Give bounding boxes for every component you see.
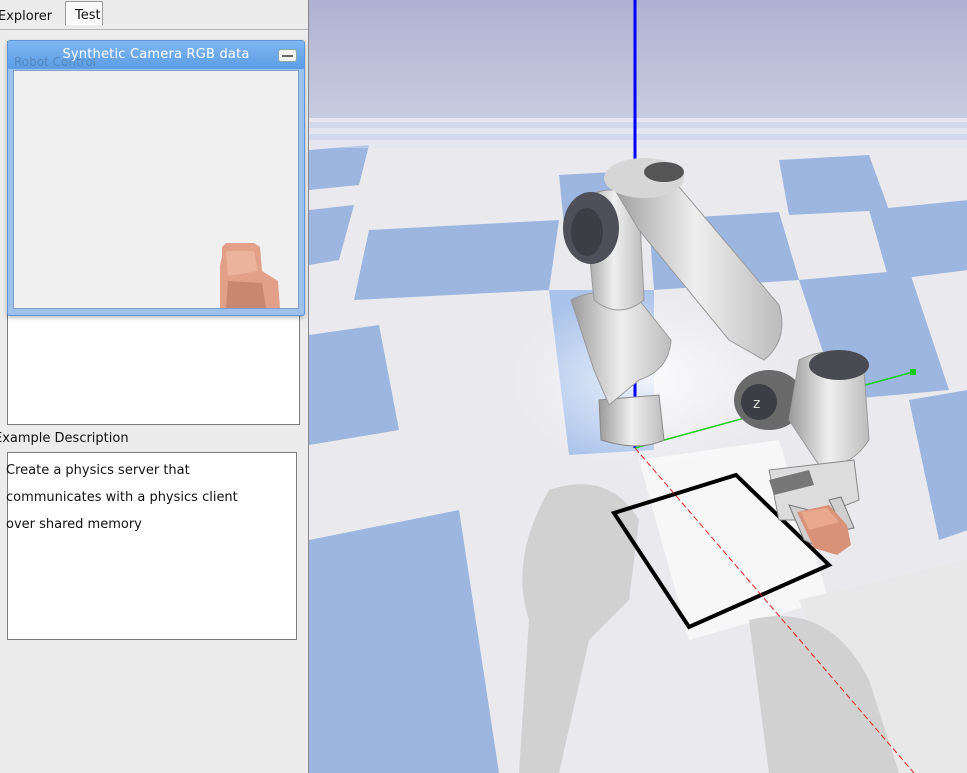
sky <box>309 0 967 125</box>
camera-window[interactable]: Robot Control Synthetic Camera RGB data <box>7 40 305 316</box>
example-description-label: Example Description <box>0 431 129 446</box>
axis-y-marker <box>910 369 916 375</box>
svg-text:z: z <box>753 396 760 412</box>
tab-explorer[interactable]: Explorer <box>0 7 56 26</box>
3d-viewport[interactable]: z <box>308 0 967 773</box>
camera-object-shadow <box>226 281 266 308</box>
description-line: communicates with a physics client <box>6 490 238 505</box>
tab-divider <box>0 29 308 30</box>
camera-window-title: Synthetic Camera RGB data <box>62 47 250 62</box>
scene-svg: z <box>309 0 967 773</box>
description-line: over shared memory <box>6 517 142 532</box>
minimize-icon[interactable] <box>278 49 297 62</box>
tab-test[interactable]: Test <box>65 1 103 25</box>
camera-image-svg <box>220 243 280 308</box>
description-line: Create a physics server that <box>6 463 190 478</box>
camera-window-titlebar[interactable]: Robot Control Synthetic Camera RGB data <box>8 41 304 69</box>
example-description-box: Create a physics server that communicate… <box>6 452 297 640</box>
camera-rgb-image <box>13 70 299 309</box>
